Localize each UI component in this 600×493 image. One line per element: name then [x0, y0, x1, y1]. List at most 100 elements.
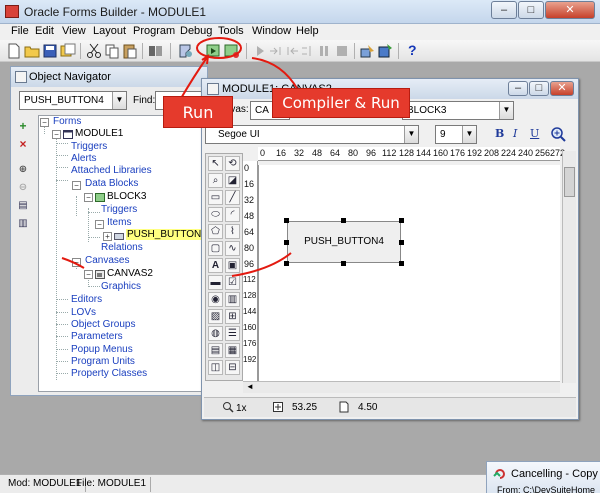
italic-button[interactable]: I — [513, 127, 517, 140]
reshape-tool-icon[interactable]: ◪ — [225, 173, 240, 188]
menu-window[interactable]: Window — [252, 25, 291, 37]
cut-icon[interactable] — [86, 43, 102, 59]
freehand-tool-icon[interactable]: ∿ — [225, 241, 240, 256]
tree-node-data-blocks[interactable]: Data Blocks — [71, 178, 138, 189]
selection-handle[interactable] — [399, 261, 404, 266]
block-select[interactable]: BLOCK3 ▼ — [402, 101, 514, 120]
tree-node-editors[interactable]: Editors — [71, 294, 102, 305]
chevron-down-icon[interactable]: ▼ — [404, 126, 418, 143]
font-select[interactable]: Segoe UI ▼ — [205, 125, 419, 144]
stop-icon[interactable] — [334, 43, 350, 59]
tree-node-property-classes[interactable]: Property Classes — [71, 368, 147, 379]
selection-handle[interactable] — [341, 218, 346, 223]
pause-icon[interactable] — [316, 43, 332, 59]
canvas-minimize-button[interactable]: – — [508, 81, 528, 96]
tree-node-parameters[interactable]: Parameters — [71, 331, 123, 342]
tree-expander[interactable]: + — [103, 232, 112, 241]
display-item-tool-icon[interactable]: ▤ — [208, 343, 223, 358]
bean-area-tool-icon[interactable]: ◍ — [208, 326, 223, 341]
button-tool-icon[interactable]: ▬ — [208, 275, 223, 290]
save-all-icon[interactable] — [60, 43, 76, 59]
text-item-tool-icon[interactable]: ▦ — [225, 343, 240, 358]
selection-handle[interactable] — [284, 240, 289, 245]
menu-edit[interactable]: Edit — [35, 25, 54, 37]
frame-tool-icon[interactable]: ▣ — [225, 258, 240, 273]
debug-run-icon[interactable] — [224, 43, 240, 59]
tree-node-module1[interactable]: MODULE1 — [75, 128, 123, 139]
tree-node-graphics[interactable]: Graphics — [101, 281, 141, 292]
polygon-tool-icon[interactable]: ⬠ — [208, 224, 223, 239]
selection-handle[interactable] — [399, 218, 404, 223]
menu-tools[interactable]: Tools — [218, 25, 244, 37]
new-icon[interactable] — [6, 43, 22, 59]
menu-view[interactable]: View — [62, 25, 86, 37]
menu-file[interactable]: File — [11, 25, 29, 37]
scroll-thumb[interactable] — [564, 167, 575, 197]
line-tool-icon[interactable]: ╱ — [225, 190, 240, 205]
minimize-button[interactable]: – — [491, 1, 517, 19]
step-into-icon[interactable] — [252, 43, 268, 59]
vertical-scrollbar[interactable] — [562, 151, 576, 383]
compile-icon[interactable] — [178, 43, 194, 59]
polyline-tool-icon[interactable]: ⌇ — [225, 224, 240, 239]
object-library-icon[interactable] — [148, 43, 164, 59]
close-button[interactable]: ✕ — [545, 1, 595, 19]
paste-icon[interactable] — [122, 43, 138, 59]
expand-all-icon[interactable]: ▤ — [15, 199, 31, 213]
tree-node-items[interactable]: Items — [101, 217, 131, 228]
collapse-icon[interactable]: ⊖ — [15, 181, 31, 195]
radio-button-tool-icon[interactable]: ◉ — [208, 292, 223, 307]
check-box-tool-icon[interactable]: ☑ — [225, 275, 240, 290]
underline-button[interactable]: U — [530, 127, 539, 140]
tree-node-canvas2[interactable]: CANVAS2 — [107, 268, 153, 279]
tree-node-alerts[interactable]: Alerts — [71, 153, 97, 164]
create-icon[interactable]: + — [15, 119, 31, 133]
tree-node-triggers[interactable]: Triggers — [71, 141, 107, 152]
canvas-maximize-button[interactable]: □ — [529, 81, 549, 96]
magnify-tool-icon[interactable]: ⌕ — [208, 173, 223, 188]
tree-node-lovs[interactable]: LOVs — [71, 307, 96, 318]
canvas-layout-area[interactable]: PUSH_BUTTON4 — [258, 165, 560, 381]
push-button4[interactable]: PUSH_BUTTON4 — [287, 221, 401, 263]
maximize-button[interactable]: □ — [518, 1, 544, 19]
tree-node-program-units[interactable]: Program Units — [71, 356, 135, 367]
delete-icon[interactable]: × — [15, 137, 31, 151]
collapse-all-icon[interactable]: ▥ — [15, 217, 31, 231]
tree-node-push-button4[interactable]: PUSH_BUTTON4 — [126, 229, 205, 240]
selection-handle[interactable] — [399, 240, 404, 245]
step-out-icon[interactable] — [284, 43, 300, 59]
selection-handle[interactable] — [284, 261, 289, 266]
tree-expander[interactable]: − — [52, 130, 61, 139]
ole-tool-icon[interactable]: ◫ — [208, 360, 223, 375]
menu-debug[interactable]: Debug — [180, 25, 212, 37]
navigator-object-select[interactable]: PUSH_BUTTON4 ▼ — [19, 91, 127, 110]
scroll-left-icon[interactable]: ◄ — [246, 382, 254, 391]
ellipse-tool-icon[interactable]: ⬭ — [208, 207, 223, 222]
tree-node-attached-libraries[interactable]: Attached Libraries — [71, 165, 152, 176]
tree-node-canvases[interactable]: Canvases — [71, 255, 129, 266]
expand-icon[interactable]: ⊕ — [15, 163, 31, 177]
wizard-icon[interactable] — [378, 43, 394, 59]
arc-tool-icon[interactable]: ◜ — [225, 207, 240, 222]
step-into-line-icon[interactable] — [300, 43, 316, 59]
selection-handle[interactable] — [284, 218, 289, 223]
tree-node-block-triggers[interactable]: Triggers — [101, 204, 137, 215]
step-over-icon[interactable] — [268, 43, 284, 59]
chevron-down-icon[interactable]: ▼ — [112, 92, 126, 109]
zoom-in-icon[interactable] — [550, 126, 566, 142]
tree-node-popup-menus[interactable]: Popup Menus — [71, 344, 133, 355]
rounded-rectangle-tool-icon[interactable]: ▢ — [208, 241, 223, 256]
selection-handle[interactable] — [341, 261, 346, 266]
rotate-tool-icon[interactable]: ⟲ — [225, 156, 240, 171]
text-tool-icon[interactable]: A — [208, 258, 223, 273]
horizontal-scrollbar[interactable]: ◄ — [243, 381, 560, 393]
tree-node-relations[interactable]: Relations — [101, 242, 143, 253]
bold-button[interactable]: B — [495, 127, 504, 140]
run-icon[interactable] — [206, 43, 222, 59]
connect-icon[interactable] — [360, 43, 376, 59]
canvas-close-button[interactable]: ✕ — [550, 81, 574, 96]
chevron-down-icon[interactable]: ▼ — [462, 126, 476, 143]
tab-canvas-tool-icon[interactable]: ⊟ — [225, 360, 240, 375]
tree-expander[interactable]: − — [40, 118, 49, 127]
tree-node-block3[interactable]: BLOCK3 — [107, 191, 146, 202]
